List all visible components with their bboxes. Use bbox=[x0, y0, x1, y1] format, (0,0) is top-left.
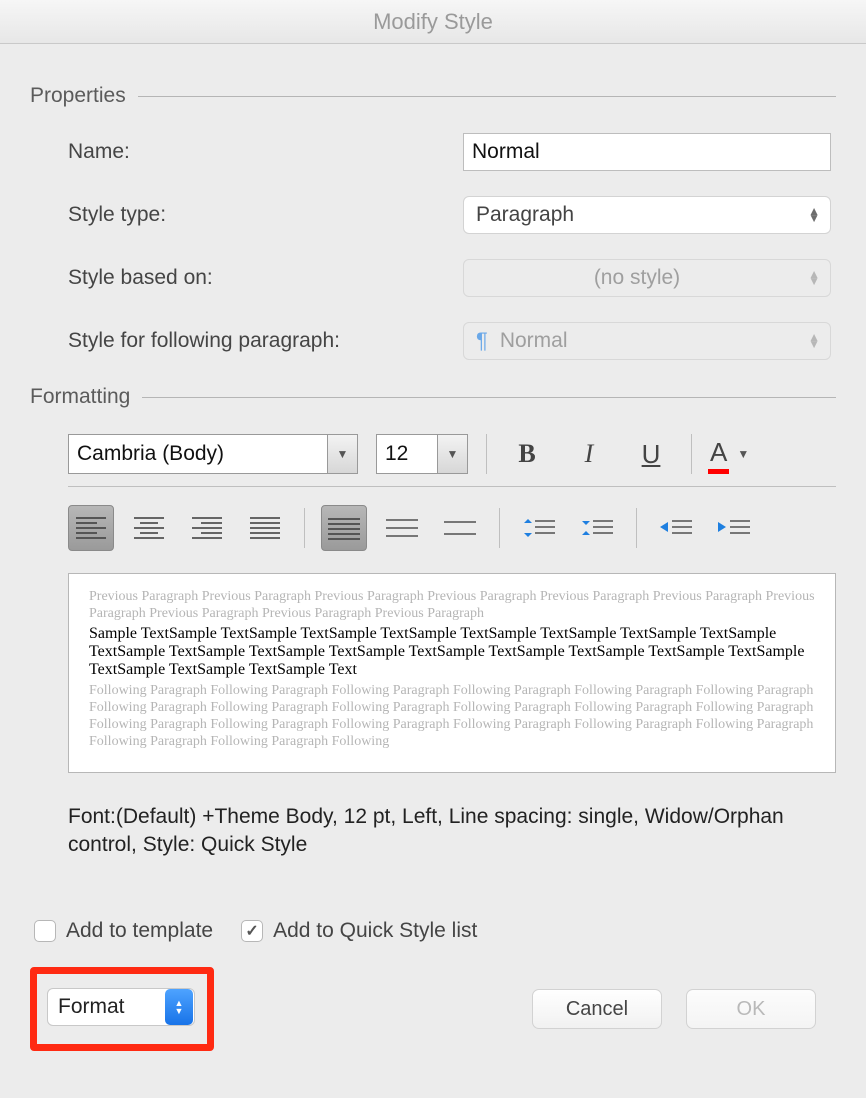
following-value: Normal bbox=[500, 329, 568, 353]
section-properties-label: Properties bbox=[30, 84, 126, 108]
font-color-button[interactable]: A ▼ bbox=[710, 437, 749, 472]
chevron-down-icon: ▼ bbox=[737, 447, 749, 461]
chevron-down-icon[interactable]: ▼ bbox=[327, 435, 357, 473]
increase-indent-button[interactable] bbox=[711, 505, 757, 551]
underline-button[interactable]: U bbox=[629, 434, 673, 474]
chevron-down-icon[interactable]: ▼ bbox=[437, 435, 467, 473]
line-spacing-single-button[interactable] bbox=[321, 505, 367, 551]
divider bbox=[138, 96, 836, 97]
align-justify-button[interactable] bbox=[242, 505, 288, 551]
add-to-template-checkbox[interactable]: Add to template bbox=[34, 919, 213, 943]
add-to-template-label: Add to template bbox=[66, 919, 213, 943]
style-type-select[interactable]: Paragraph ▲▼ bbox=[463, 196, 831, 234]
bold-button[interactable]: B bbox=[505, 434, 549, 474]
font-size-combo[interactable]: 12 ▼ bbox=[376, 434, 468, 474]
chevron-updown-icon: ▲▼ bbox=[808, 208, 820, 222]
following-label: Style for following paragraph: bbox=[68, 329, 463, 353]
separator bbox=[636, 508, 637, 548]
preview-previous-text: Previous Paragraph Previous Paragraph Pr… bbox=[89, 588, 815, 622]
font-size-value: 12 bbox=[377, 435, 437, 473]
separator bbox=[499, 508, 500, 548]
increase-para-spacing-button[interactable] bbox=[516, 505, 562, 551]
cancel-button-label: Cancel bbox=[566, 998, 628, 1021]
font-family-combo[interactable]: Cambria (Body) ▼ bbox=[68, 434, 358, 474]
format-menu-button[interactable]: Format ▲▼ bbox=[47, 988, 195, 1026]
based-on-label: Style based on: bbox=[68, 266, 463, 290]
italic-button[interactable]: I bbox=[567, 434, 611, 474]
chevron-updown-icon: ▲▼ bbox=[808, 271, 820, 285]
name-label: Name: bbox=[68, 140, 463, 164]
divider bbox=[142, 397, 836, 398]
window-title: Modify Style bbox=[373, 9, 493, 35]
preview-box: Previous Paragraph Previous Paragraph Pr… bbox=[68, 573, 836, 773]
window-titlebar: Modify Style bbox=[0, 0, 866, 44]
checkbox-icon bbox=[34, 920, 56, 942]
separator bbox=[304, 508, 305, 548]
chevron-updown-icon: ▲▼ bbox=[165, 989, 193, 1025]
section-properties-header: Properties bbox=[30, 84, 836, 108]
format-button-label: Format bbox=[48, 995, 164, 1019]
following-select[interactable]: ¶ Normal ▲▼ bbox=[463, 322, 831, 360]
add-to-quick-style-checkbox[interactable]: Add to Quick Style list bbox=[241, 919, 477, 943]
preview-following-text: Following Paragraph Following Paragraph … bbox=[89, 682, 815, 750]
align-left-button[interactable] bbox=[68, 505, 114, 551]
line-spacing-double-button[interactable] bbox=[437, 505, 483, 551]
decrease-para-spacing-button[interactable] bbox=[574, 505, 620, 551]
ok-button[interactable]: OK bbox=[686, 989, 816, 1029]
decrease-indent-button[interactable] bbox=[653, 505, 699, 551]
add-to-quick-style-label: Add to Quick Style list bbox=[273, 919, 477, 943]
line-spacing-1-5-button[interactable] bbox=[379, 505, 425, 551]
preview-sample-text: Sample TextSample TextSample TextSample … bbox=[89, 625, 815, 679]
cancel-button[interactable]: Cancel bbox=[532, 989, 662, 1029]
style-type-label: Style type: bbox=[68, 203, 463, 227]
font-color-a-icon: A bbox=[710, 437, 727, 472]
pilcrow-icon: ¶ bbox=[476, 328, 488, 354]
align-center-button[interactable] bbox=[126, 505, 172, 551]
section-formatting-header: Formatting bbox=[30, 385, 836, 409]
based-on-select[interactable]: (no style) ▲▼ bbox=[463, 259, 831, 297]
based-on-value: (no style) bbox=[594, 266, 680, 290]
align-right-button[interactable] bbox=[184, 505, 230, 551]
chevron-updown-icon: ▲▼ bbox=[808, 334, 820, 348]
style-type-value: Paragraph bbox=[476, 203, 574, 227]
section-formatting-label: Formatting bbox=[30, 385, 130, 409]
style-description: Font:(Default) +Theme Body, 12 pt, Left,… bbox=[30, 803, 836, 859]
divider bbox=[68, 486, 836, 487]
checkbox-checked-icon bbox=[241, 920, 263, 942]
separator bbox=[691, 434, 692, 474]
name-input[interactable] bbox=[463, 133, 831, 171]
format-highlight-annotation: Format ▲▼ bbox=[30, 967, 214, 1051]
font-family-value: Cambria (Body) bbox=[69, 435, 327, 473]
separator bbox=[486, 434, 487, 474]
ok-button-label: OK bbox=[737, 998, 766, 1021]
